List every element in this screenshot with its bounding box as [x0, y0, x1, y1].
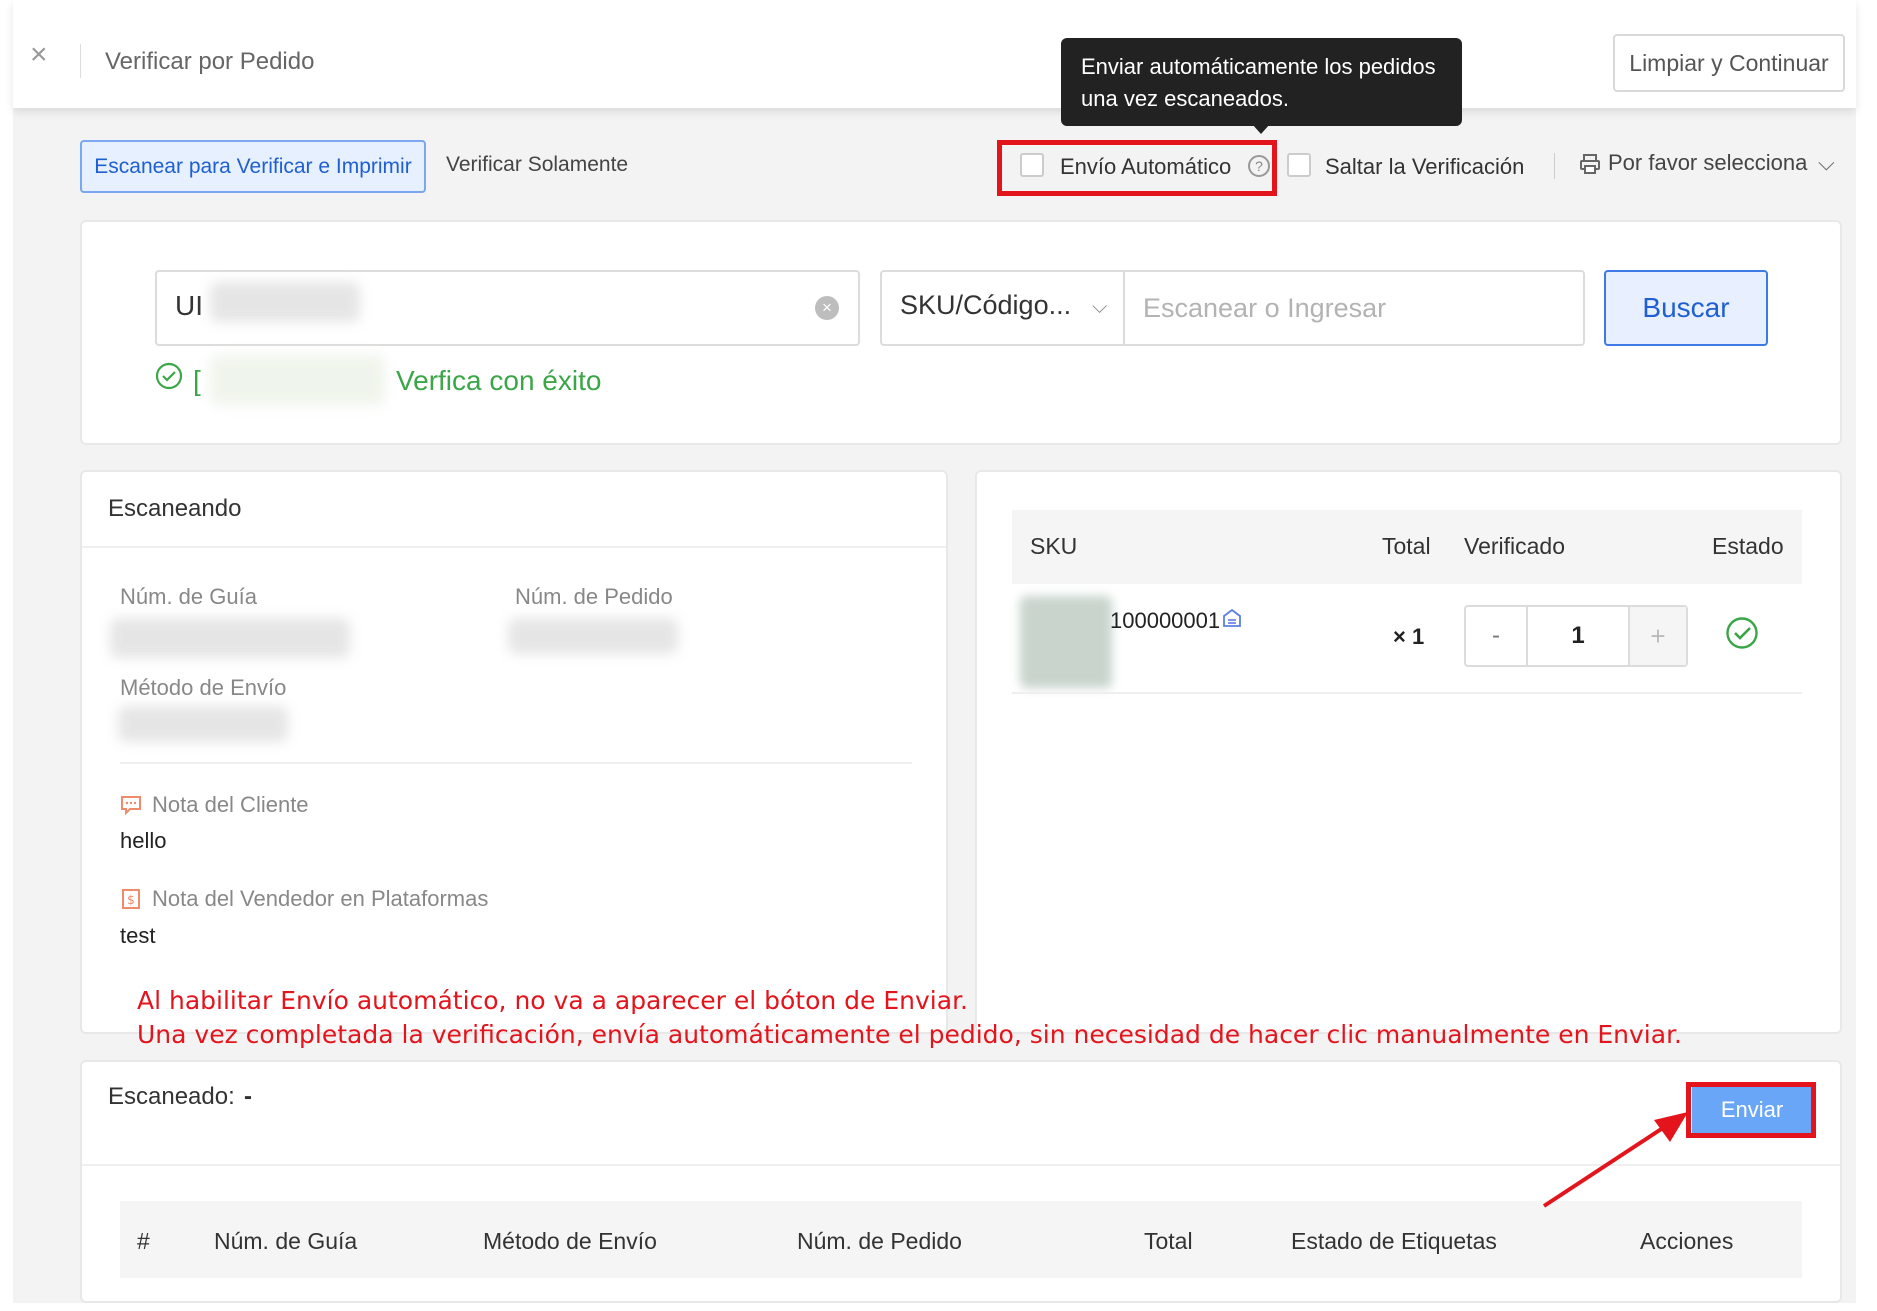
annotation-line-2: Una vez completada la verificación, enví… [137, 1020, 1683, 1049]
tooltip-arrow [1252, 124, 1270, 134]
redacted-tracking-number [110, 618, 350, 658]
column-total: Total [1144, 1228, 1193, 1254]
column-total: Total [1382, 533, 1431, 559]
tracking-number-label: Núm. de Guía [120, 584, 257, 609]
options-divider [1554, 153, 1555, 179]
scanning-header-divider [82, 546, 946, 548]
verified-count[interactable]: 1 [1528, 607, 1628, 665]
close-icon[interactable]: × [30, 40, 48, 70]
decrement-button[interactable]: - [1466, 607, 1526, 665]
clear-input-icon[interactable]: × [815, 296, 839, 320]
tab-scan-verify-print[interactable]: Escanear para Verificar e Imprimir [80, 140, 426, 193]
skip-verification-label[interactable]: Saltar la Verificación [1325, 154, 1524, 180]
column-index: # [137, 1228, 150, 1254]
item-quantity: × 1 [1393, 624, 1425, 649]
tooltip-line-1: Enviar automáticamente los pedidos [1081, 54, 1436, 79]
customer-note-label: Nota del Cliente [152, 792, 309, 817]
svg-text:$: $ [127, 893, 135, 907]
order-number-label: Núm. de Pedido [515, 584, 673, 609]
seller-note-icon: $ [122, 889, 140, 909]
result-bracket: [ [193, 365, 201, 396]
auto-ship-tooltip: Enviar automáticamente los pedidos una v… [1061, 38, 1462, 126]
warehouse-icon [1223, 608, 1241, 627]
column-verified: Verificado [1464, 533, 1566, 559]
chevron-down-icon: ⌵ [1092, 296, 1108, 318]
product-thumbnail [1020, 596, 1112, 688]
scanned-count: - [244, 1083, 252, 1110]
annotation-line-1: Al habilitar Envío automático, no va a a… [137, 986, 968, 1015]
customer-note-value: hello [120, 828, 167, 853]
shipping-method-label: Método de Envío [120, 675, 287, 700]
header-divider [80, 44, 81, 78]
search-button[interactable]: Buscar [1604, 270, 1768, 346]
scanning-card [80, 470, 948, 1034]
tooltip-line-2: una vez escaneados. [1081, 86, 1289, 111]
printer-icon [1580, 154, 1600, 174]
scanning-title: Escaneando [108, 495, 242, 522]
verify-success-message: Verfica con éxito [396, 365, 602, 396]
auto-ship-highlight-box [997, 140, 1277, 196]
check-circle-icon [155, 362, 183, 390]
column-actions: Acciones [1640, 1228, 1734, 1254]
tab-verify-only[interactable]: Verificar Solamente [446, 153, 628, 177]
column-order-number: Núm. de Pedido [797, 1228, 962, 1254]
increment-button[interactable]: + [1628, 607, 1686, 665]
scanning-divider [120, 762, 912, 764]
sku-scan-input[interactable] [1125, 270, 1585, 346]
seller-note-label: Nota del Vendedor en Plataformas [152, 886, 489, 911]
sku-type-value: SKU/Código... [900, 290, 1072, 320]
skip-verification-checkbox[interactable] [1287, 153, 1311, 177]
column-tracking-number: Núm. de Guía [214, 1228, 358, 1254]
item-row-divider [1012, 692, 1802, 694]
redacted-order-value [508, 618, 678, 654]
annotation-arrow-icon [1542, 1112, 1688, 1208]
check-circle-icon [1726, 617, 1758, 649]
scanned-label: Escaneado: [108, 1083, 235, 1110]
page-title: Verificar por Pedido [105, 48, 315, 75]
order-number-value: UI [175, 290, 203, 321]
column-label-status: Estado de Etiquetas [1291, 1228, 1497, 1254]
send-highlight-box [1686, 1082, 1816, 1138]
column-sku: SKU [1030, 533, 1078, 559]
seller-note-value: test [120, 923, 156, 948]
redacted-shipping-method [118, 706, 288, 742]
redacted-result-order [210, 355, 385, 405]
printer-select[interactable]: Por favor selecciona [1608, 150, 1807, 176]
redacted-order-number [210, 282, 360, 322]
clear-continue-button[interactable]: Limpiar y Continuar [1613, 34, 1845, 92]
item-sku: 100000001 [1110, 608, 1221, 633]
column-shipping-method: Método de Envío [483, 1228, 657, 1254]
column-status: Estado [1712, 533, 1784, 559]
message-icon [121, 796, 141, 816]
chevron-down-icon[interactable]: ⌵ [1818, 150, 1835, 176]
